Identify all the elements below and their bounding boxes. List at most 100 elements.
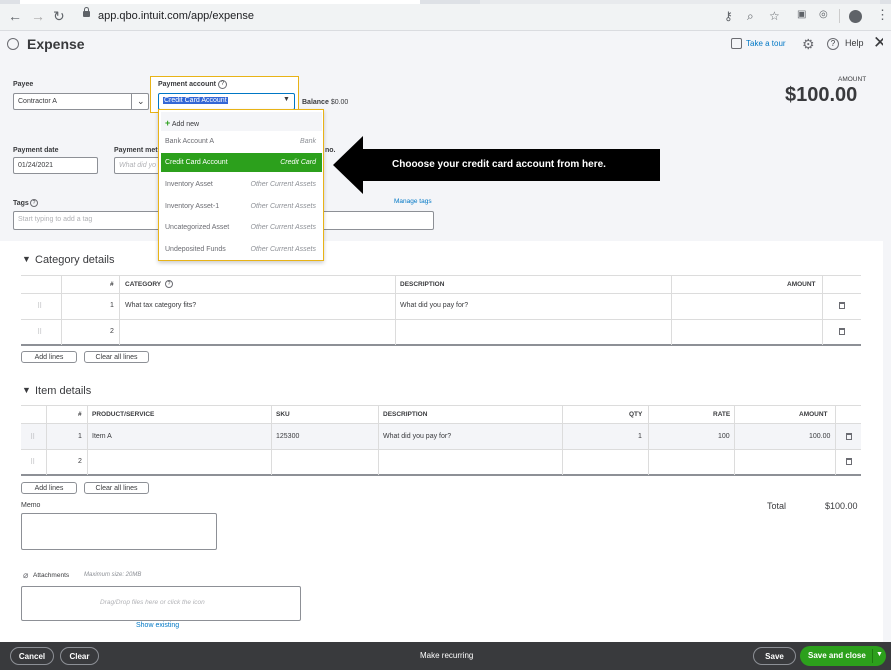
table-border [21, 449, 861, 450]
item-clear-lines-button[interactable]: Clear all lines [84, 482, 149, 494]
amount-total: $100.00 [785, 84, 858, 106]
drag-handle-icon[interactable]: ⠿ [37, 302, 42, 310]
dropzone-text: Drag/Drop files here or click the icon [100, 599, 205, 606]
trash-icon[interactable] [839, 328, 845, 335]
category-col-category: CATEGORY [125, 281, 162, 288]
menu-icon[interactable]: ⋮ [876, 7, 889, 23]
zoom-icon[interactable]: ⌕ [747, 9, 754, 24]
dropdown-arrow-icon[interactable]: ▼ [283, 96, 290, 103]
payment-date-input[interactable]: 01/24/2021 [13, 157, 98, 174]
settings-icon[interactable]: ⚙ [802, 36, 815, 53]
save-button[interactable]: Save [753, 647, 796, 665]
account-option-credit-card[interactable]: Credit Card Account Credit Card [161, 153, 322, 172]
category-col-num: # [110, 281, 114, 288]
table-border [21, 275, 861, 276]
trash-icon[interactable] [839, 302, 845, 309]
collapse-caret-icon[interactable]: ▼ [22, 385, 31, 395]
tags-info-icon[interactable]: ? [30, 199, 38, 207]
profile-avatar[interactable] [849, 10, 862, 23]
make-recurring-link[interactable]: Make recurring [420, 651, 473, 660]
help-icon[interactable]: ? [827, 38, 839, 50]
key-icon[interactable]: ⚷ [724, 9, 733, 23]
back-icon[interactable]: ← [8, 8, 22, 24]
option-type: Credit Card [280, 159, 316, 166]
star-icon[interactable]: ☆ [769, 9, 780, 23]
payee-label: Payee [13, 81, 34, 88]
item-add-lines-button[interactable]: Add lines [21, 482, 77, 494]
add-new-label: Add new [171, 121, 200, 128]
account-option-uncategorized-asset[interactable]: Uncategorized Asset Other Current Assets [161, 218, 322, 237]
reload-icon[interactable]: ↻ [53, 8, 65, 25]
cancel-button[interactable]: Cancel [10, 647, 54, 665]
forward-icon[interactable]: → [31, 8, 45, 24]
category-col-description: DESCRIPTION [400, 281, 445, 288]
browser-tab[interactable] [480, 0, 880, 4]
help-link[interactable]: Help [845, 38, 864, 48]
col-divider [822, 275, 823, 345]
account-option-inventory-asset-1[interactable]: Inventory Asset-1 Other Current Assets [161, 197, 322, 216]
account-option-bank-a[interactable]: Bank Account A Bank [161, 132, 322, 151]
category-info-icon[interactable]: ? [165, 280, 173, 288]
plus-icon: + [165, 118, 171, 128]
lock-icon[interactable] [83, 7, 90, 17]
qty-cell[interactable]: 1 [638, 433, 642, 440]
browser-tab[interactable] [20, 0, 420, 4]
memo-textarea[interactable] [21, 513, 217, 550]
balance-label: Balance [302, 99, 329, 106]
category-placeholder[interactable]: What tax category fits? [125, 302, 196, 309]
account-option-inventory-asset[interactable]: Inventory Asset Other Current Assets [161, 175, 322, 194]
tags-label: Tags [13, 200, 29, 207]
category-clear-lines-button[interactable]: Clear all lines [84, 351, 149, 363]
scrollbar-track[interactable] [883, 31, 891, 642]
category-col-amount: AMOUNT [787, 281, 816, 288]
chevron-down-icon[interactable]: ▼ [876, 651, 883, 658]
save-and-close-button[interactable]: Save and close ▼ [800, 646, 886, 666]
payment-account-select[interactable]: Credit Card Account [158, 93, 295, 110]
show-existing-link[interactable]: Show existing [136, 622, 179, 629]
row-number: 1 [110, 302, 114, 309]
item-col-rate: RATE [713, 411, 731, 418]
row-number: 2 [78, 458, 82, 465]
trash-icon[interactable] [846, 433, 852, 440]
payee-input[interactable]: Contractor A [13, 93, 149, 110]
chevron-down-icon[interactable]: ⌄ [137, 96, 145, 107]
take-tour-link[interactable]: Take a tour [746, 39, 786, 48]
history-icon[interactable] [7, 38, 19, 50]
save-and-close-label: Save and close [808, 651, 866, 660]
eye-icon[interactable]: ◎ [819, 9, 828, 20]
sku-cell[interactable]: 125300 [276, 433, 299, 440]
manage-tags-link[interactable]: Manage tags [394, 198, 432, 205]
row-number: 1 [78, 433, 82, 440]
extension-icon[interactable]: ▣ [797, 9, 806, 20]
description-placeholder[interactable]: What did you pay for? [383, 433, 451, 440]
account-option-undeposited-funds[interactable]: Undeposited Funds Other Current Assets [161, 240, 322, 259]
amount-cell[interactable]: 100.00 [809, 433, 830, 440]
table-border [21, 344, 861, 346]
rate-cell[interactable]: 100 [718, 433, 730, 440]
option-name: Undeposited Funds [165, 246, 226, 253]
collapse-caret-icon[interactable]: ▼ [22, 254, 31, 264]
add-new-option[interactable]: + Add new [161, 112, 322, 131]
product-cell[interactable]: Item A [92, 433, 112, 440]
category-add-lines-button[interactable]: Add lines [21, 351, 77, 363]
split-divider [872, 649, 873, 663]
clear-button[interactable]: Clear [60, 647, 99, 665]
page-title: Expense [27, 36, 85, 52]
payee-divider [131, 93, 132, 110]
payment-account-value: Credit Card Account [163, 97, 228, 104]
table-border [21, 474, 861, 476]
trash-icon[interactable] [846, 458, 852, 465]
drag-handle-icon[interactable]: ⠿ [37, 328, 42, 336]
option-type: Other Current Assets [250, 181, 317, 188]
drag-handle-icon[interactable]: ⠿ [30, 458, 35, 466]
url-text[interactable]: app.qbo.intuit.com/app/expense [98, 10, 254, 22]
drag-handle-icon[interactable]: ⠿ [30, 433, 35, 441]
tags-placeholder: Start typing to add a tag [18, 216, 93, 223]
info-icon[interactable]: ? [218, 80, 227, 89]
option-type: Other Current Assets [250, 203, 317, 210]
category-details-title: Category details [35, 254, 115, 266]
tour-icon[interactable] [731, 38, 742, 49]
col-divider [46, 405, 47, 475]
description-placeholder[interactable]: What did you pay for? [400, 302, 468, 309]
payment-method-input[interactable]: What did yo [114, 157, 162, 174]
